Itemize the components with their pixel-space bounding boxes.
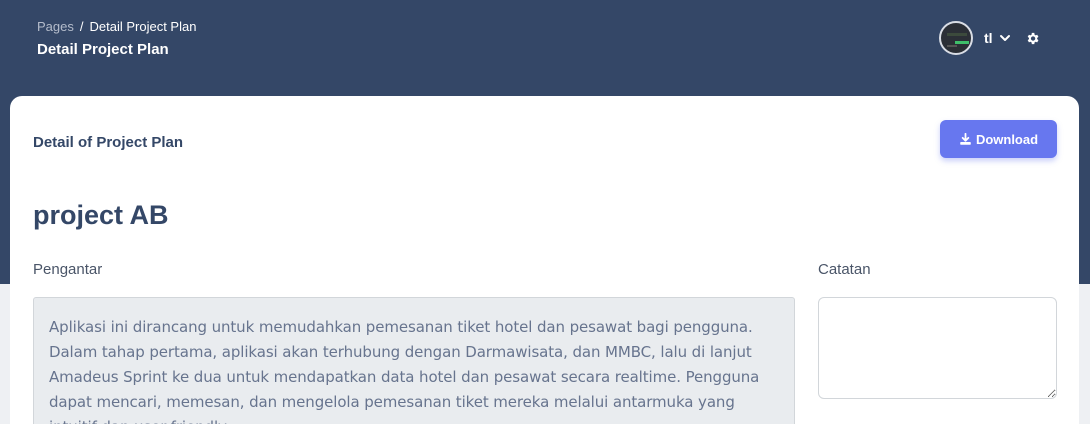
breadcrumb-current: Detail Project Plan (89, 19, 197, 34)
intro-label: Pengantar (33, 261, 103, 278)
card-heading: Detail of Project Plan (33, 134, 184, 151)
breadcrumb-root[interactable]: Pages (37, 19, 74, 34)
intro-text-readonly: Aplikasi ini dirancang untuk memudahkan … (33, 297, 795, 424)
chevron-down-icon[interactable] (998, 31, 1012, 45)
download-button[interactable]: Download (940, 120, 1057, 158)
user-menu[interactable]: tl (939, 21, 1040, 55)
gear-icon[interactable] (1025, 31, 1040, 46)
breadcrumb-separator: / (79, 19, 84, 34)
download-label: Download (975, 131, 1039, 147)
project-plan-card: Detail of Project Plan Download project … (10, 96, 1079, 424)
user-name[interactable]: tl (984, 30, 993, 46)
notes-textarea[interactable] (818, 297, 1057, 399)
notes-label: Catatan (818, 261, 871, 278)
avatar[interactable] (939, 21, 973, 55)
download-icon (960, 132, 971, 145)
breadcrumb: Pages / Detail Project Plan (37, 19, 196, 34)
page-title: Detail Project Plan (37, 41, 169, 58)
project-name: project AB (33, 200, 169, 230)
